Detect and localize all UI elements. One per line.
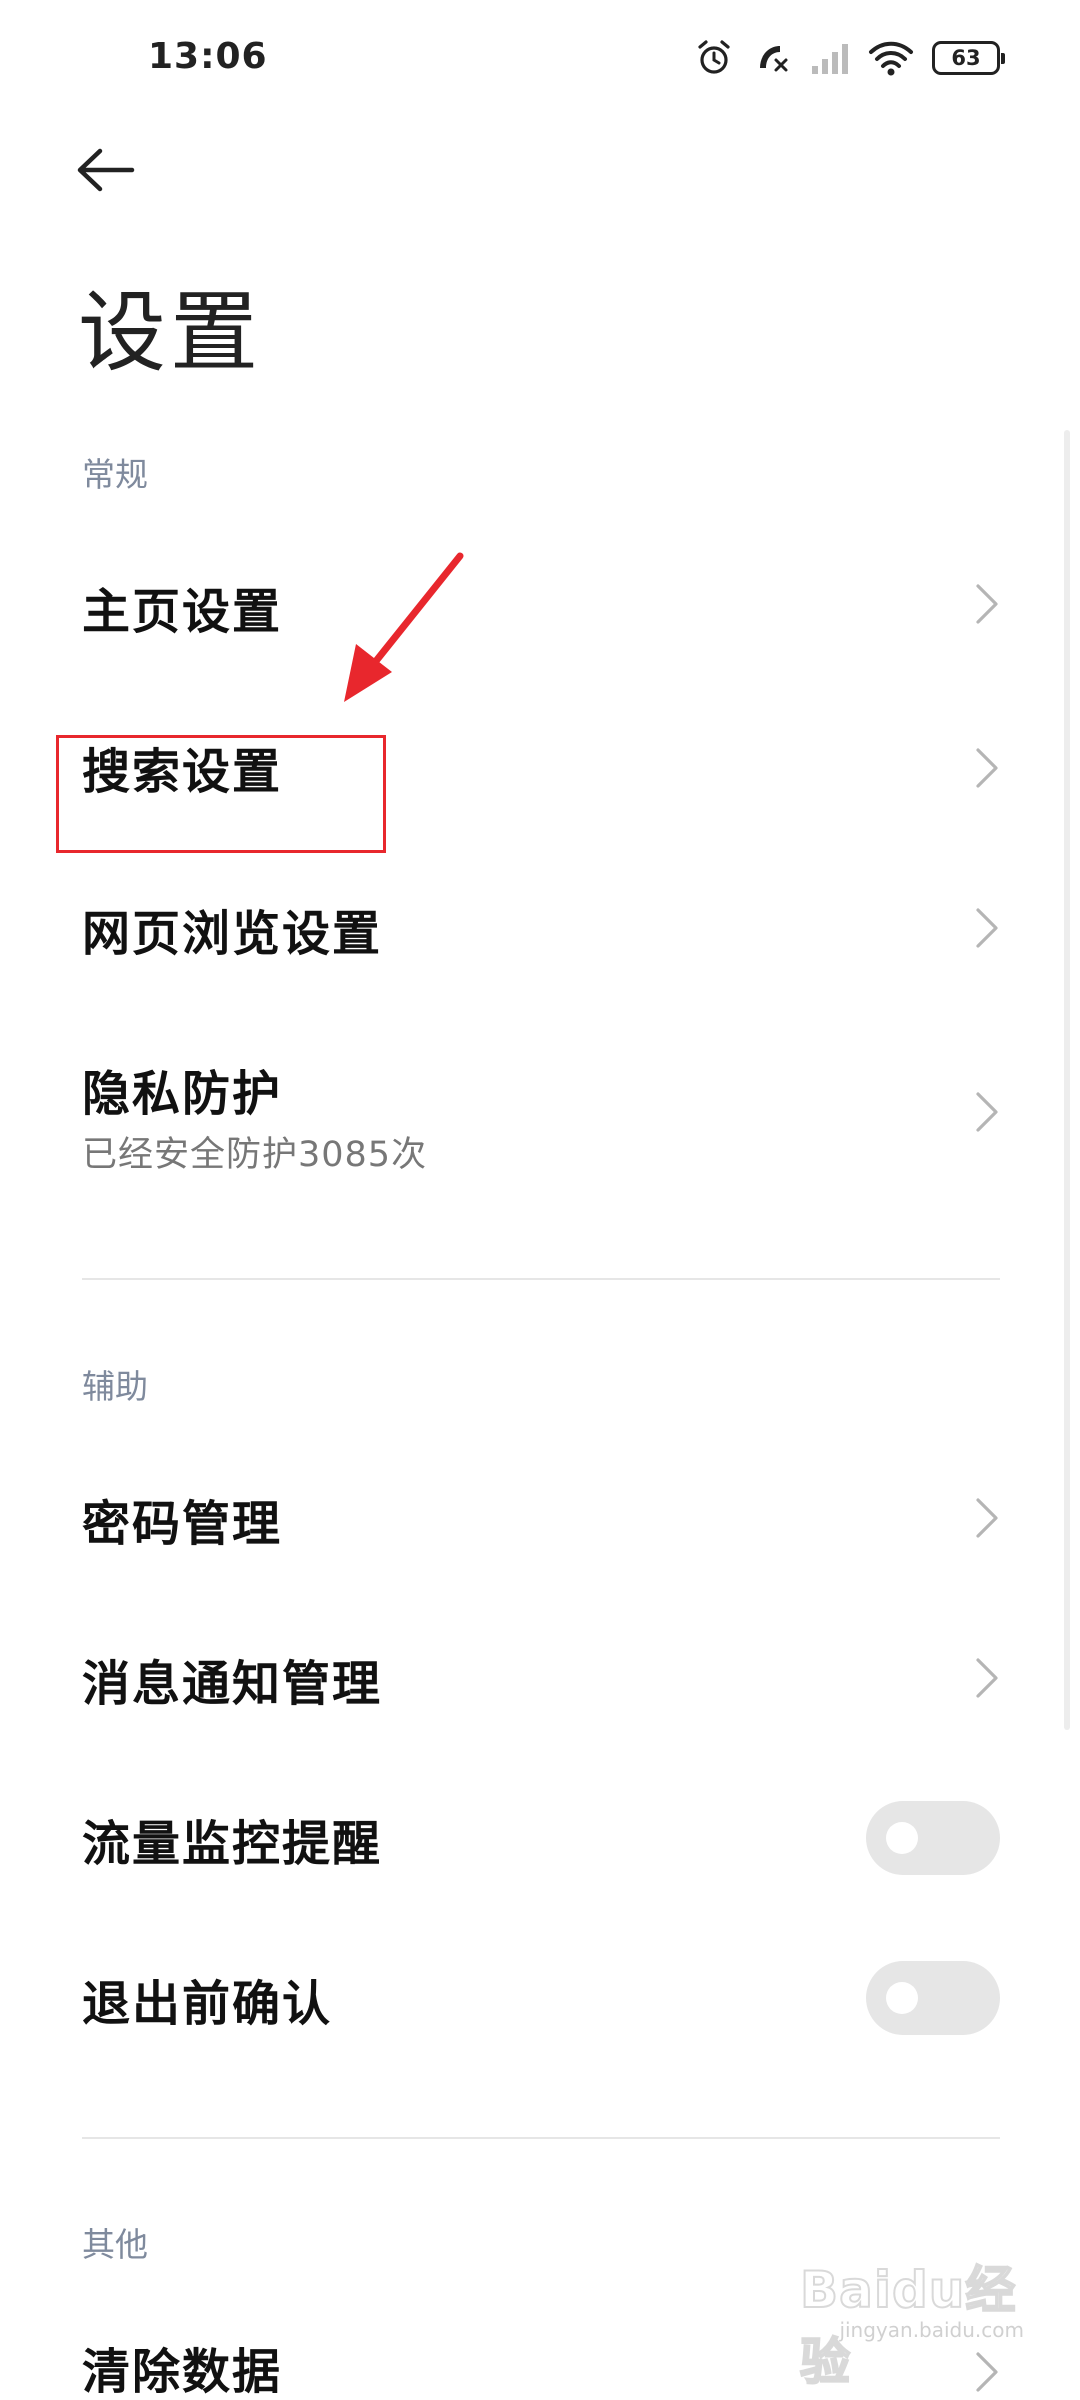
settings-row-homepage[interactable]: 主页设置 (0, 535, 1080, 675)
status-bar: 13:06 63 (0, 0, 1080, 120)
row-label: 网页浏览设置 (82, 906, 383, 962)
battery-icon: 63 (932, 41, 1005, 75)
settings-page: 13:06 63 设置 常规 主页设置 搜索设置 网页浏览设置 隐私防护 已经安… (0, 0, 1080, 2400)
status-time: 13:06 (148, 36, 268, 77)
exit-confirm-toggle[interactable] (866, 1961, 1000, 2035)
row-label: 清除数据 (82, 2344, 283, 2400)
chevron-right-icon (976, 1092, 998, 1132)
settings-row-traffic-monitor: 流量监控提醒 (0, 1768, 1080, 1908)
watermark-domain: jingyan.baidu.com (839, 2318, 1024, 2342)
section-divider (82, 1278, 1000, 1280)
traffic-monitor-toggle[interactable] (866, 1801, 1000, 1875)
chevron-right-icon (976, 584, 998, 624)
row-sublabel: 已经安全防护3085次 (82, 1135, 428, 1175)
wifi-icon (869, 41, 913, 76)
settings-row-notifications[interactable]: 消息通知管理 (0, 1608, 1080, 1748)
settings-row-privacy[interactable]: 隐私防护 已经安全防护3085次 (0, 1020, 1080, 1210)
back-button[interactable] (70, 135, 150, 205)
toggle-knob (886, 1982, 918, 2014)
row-label: 隐私防护 (82, 1066, 283, 1122)
row-label: 密码管理 (82, 1496, 283, 1552)
section-divider (82, 2137, 1000, 2139)
settings-row-passwords[interactable]: 密码管理 (0, 1448, 1080, 1588)
alarm-icon (698, 40, 730, 74)
row-label: 主页设置 (82, 584, 283, 640)
annotation-highlight-box (56, 735, 386, 853)
section-header-other: 其他 (82, 2225, 148, 2264)
chevron-right-icon (976, 748, 998, 788)
row-label: 消息通知管理 (82, 1656, 383, 1712)
scrollbar[interactable] (1064, 430, 1070, 1730)
battery-level: 63 (951, 46, 981, 70)
chevron-right-icon (976, 1498, 998, 1538)
baidu-watermark: Baidu经验 jingyan.baidu.com (799, 2250, 1030, 2392)
status-icons: 63 (694, 38, 1005, 78)
row-label: 退出前确认 (82, 1976, 333, 2032)
toggle-knob (886, 1822, 918, 1854)
chevron-right-icon (976, 908, 998, 948)
row-label: 流量监控提醒 (82, 1816, 383, 1872)
back-arrow-icon (77, 148, 135, 192)
signal-icon (812, 44, 848, 74)
annotation-arrow-icon (344, 552, 464, 702)
settings-row-browsing[interactable]: 网页浏览设置 (0, 858, 1080, 998)
page-title: 设置 (78, 281, 263, 384)
section-header-general: 常规 (82, 455, 148, 494)
settings-row-exit-confirm: 退出前确认 (0, 1928, 1080, 2068)
section-header-assist: 辅助 (82, 1367, 148, 1406)
missed-call-icon (760, 46, 788, 72)
chevron-right-icon (976, 1658, 998, 1698)
